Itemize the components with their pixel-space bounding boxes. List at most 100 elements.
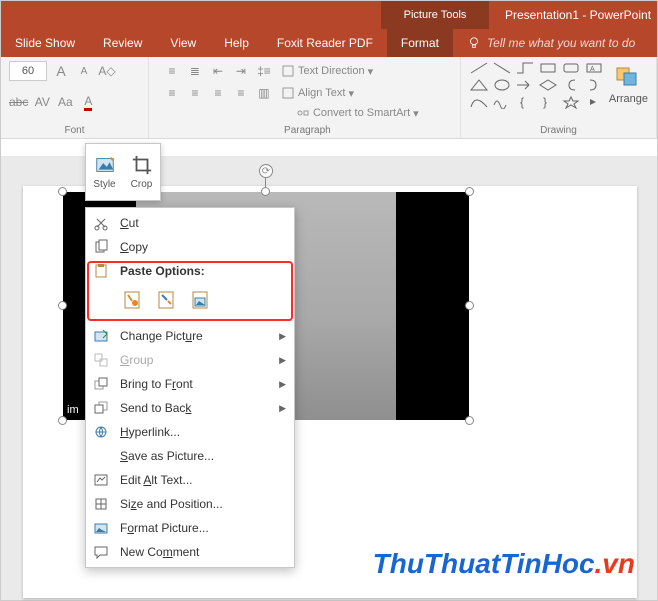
- paragraph-group-label: Paragraph: [163, 125, 452, 136]
- menu-hyperlink[interactable]: Hyperlink...: [86, 420, 294, 444]
- menu-new-comment[interactable]: New Comment: [86, 540, 294, 564]
- align-center-button[interactable]: ≡: [186, 83, 204, 103]
- lightbulb-icon: [467, 36, 481, 50]
- font-size-input[interactable]: [9, 61, 47, 81]
- paste-option-dest-theme[interactable]: [120, 287, 144, 311]
- menu-format-picture[interactable]: Format Picture...: [86, 516, 294, 540]
- tab-format[interactable]: Format: [387, 29, 453, 57]
- menu-edit-alt-text[interactable]: Edit Alt Text...: [86, 468, 294, 492]
- submenu-arrow-icon: ▶: [279, 379, 286, 390]
- clear-formatting-button[interactable]: A◇: [98, 61, 116, 81]
- align-left-button[interactable]: ≡: [163, 83, 181, 103]
- shape-line-icon: [469, 61, 489, 75]
- justify-button[interactable]: ≡: [232, 83, 250, 103]
- watermark-suffix: .vn: [595, 548, 635, 579]
- font-color-button[interactable]: A: [79, 92, 97, 112]
- resize-handle-tm[interactable]: [261, 187, 270, 196]
- svg-text:}: }: [543, 95, 547, 109]
- paste-option-picture[interactable]: [188, 287, 212, 311]
- alt-text-icon: [92, 471, 110, 489]
- crop-button[interactable]: Crop: [123, 144, 160, 200]
- send-back-icon: [92, 399, 110, 417]
- hyperlink-icon: [92, 423, 110, 441]
- size-position-icon: [92, 495, 110, 513]
- bring-front-icon: [92, 375, 110, 393]
- shape-triangle-icon: [469, 78, 489, 92]
- copy-icon: [92, 238, 110, 256]
- tab-view[interactable]: View: [156, 29, 210, 57]
- tab-review[interactable]: Review: [89, 29, 156, 57]
- watermark-main: ThuThuatTinHoc: [373, 548, 595, 579]
- line-spacing-button[interactable]: ‡≡: [255, 61, 273, 81]
- text-direction-button[interactable]: Text Direction ▾: [278, 63, 376, 79]
- tab-slideshow[interactable]: Slide Show: [1, 29, 89, 57]
- change-picture-icon: [92, 327, 110, 345]
- convert-smartart-button[interactable]: Convert to SmartArt ▾: [293, 105, 422, 121]
- rotate-handle[interactable]: ⟳: [259, 164, 273, 178]
- resize-handle-br[interactable]: [465, 416, 474, 425]
- shape-diamond-icon: [538, 78, 558, 92]
- align-right-button[interactable]: ≡: [209, 83, 227, 103]
- bullets-button[interactable]: ≡: [163, 61, 181, 81]
- columns-button[interactable]: ▥: [255, 83, 273, 103]
- shape-brace-l-icon: [561, 78, 581, 92]
- submenu-arrow-icon: ▶: [279, 403, 286, 414]
- paste-options-row: [86, 283, 294, 317]
- svg-text:A: A: [590, 66, 595, 73]
- shape-line2-icon: [492, 61, 512, 75]
- crop-icon: [131, 154, 153, 176]
- submenu-arrow-icon: ▶: [279, 355, 286, 366]
- change-case-button[interactable]: Aa: [56, 92, 74, 112]
- ribbon-group-paragraph: ≡ ≣ ⇤ ⇥ ‡≡ Text Direction ▾ ≡ ≡ ≡ ≡ ▥ Al…: [149, 57, 461, 138]
- menu-group: Group ▶: [86, 348, 294, 372]
- paste-option-keep-source[interactable]: [154, 287, 178, 311]
- resize-handle-tr[interactable]: [465, 187, 474, 196]
- menu-paste-options-header: Paste Options:: [86, 259, 294, 283]
- submenu-arrow-icon: ▶: [279, 331, 286, 342]
- text-direction-icon: [281, 64, 295, 78]
- comment-icon: [92, 543, 110, 561]
- shape-scribble-icon: [492, 95, 512, 109]
- menu-save-as-picture[interactable]: Save as Picture...: [86, 444, 294, 468]
- menu-send-to-back[interactable]: Send to Back ▶: [86, 396, 294, 420]
- shape-oval-icon: [492, 78, 512, 92]
- group-icon: [92, 351, 110, 369]
- shape-arrow-icon: [515, 78, 535, 92]
- resize-handle-tl[interactable]: [58, 187, 67, 196]
- shape-brace3-icon: }: [538, 95, 558, 109]
- picture-style-icon: [94, 154, 116, 176]
- shape-curve-icon: [469, 95, 489, 109]
- tell-me-search[interactable]: Tell me what you want to do: [467, 36, 635, 50]
- menu-change-picture[interactable]: Change Picture ▶: [86, 324, 294, 348]
- cut-icon: [92, 214, 110, 232]
- resize-handle-mr[interactable]: [465, 301, 474, 310]
- arrange-icon: [614, 65, 642, 91]
- style-button[interactable]: Style: [86, 144, 123, 200]
- menu-size-position[interactable]: Size and Position...: [86, 492, 294, 516]
- context-menu: Cut Copy Paste Options: Change Picture ▶…: [85, 207, 295, 568]
- shape-roundrect-icon: [561, 61, 581, 75]
- char-spacing-button[interactable]: AV: [33, 92, 51, 112]
- title-bar: Picture Tools Presentation1 - PowerPoint: [1, 1, 657, 29]
- menu-cut[interactable]: Cut: [86, 211, 294, 235]
- increase-indent-button[interactable]: ⇥: [232, 61, 250, 81]
- menu-bring-to-front[interactable]: Bring to Front ▶: [86, 372, 294, 396]
- shapes-gallery[interactable]: A { }: [469, 61, 604, 109]
- menu-copy[interactable]: Copy: [86, 235, 294, 259]
- decrease-indent-button[interactable]: ⇤: [209, 61, 227, 81]
- tab-foxit[interactable]: Foxit Reader PDF: [263, 29, 387, 57]
- contextual-tab-label: Picture Tools: [381, 1, 489, 29]
- align-text-button[interactable]: Align Text ▾: [278, 85, 357, 101]
- numbering-button[interactable]: ≣: [186, 61, 204, 81]
- tab-help[interactable]: Help: [210, 29, 263, 57]
- resize-handle-ml[interactable]: [58, 301, 67, 310]
- smartart-icon: [296, 106, 310, 120]
- resize-handle-bl[interactable]: [58, 416, 67, 425]
- ribbon-tabs: Slide Show Review View Help Foxit Reader…: [1, 29, 657, 57]
- shrink-font-button[interactable]: A: [75, 61, 93, 81]
- align-text-icon: [281, 86, 295, 100]
- arrange-button[interactable]: Arrange: [609, 65, 648, 105]
- grow-font-button[interactable]: A: [52, 61, 70, 81]
- strikethrough-button[interactable]: abc: [9, 92, 28, 112]
- shape-textbox-icon: A: [584, 61, 604, 75]
